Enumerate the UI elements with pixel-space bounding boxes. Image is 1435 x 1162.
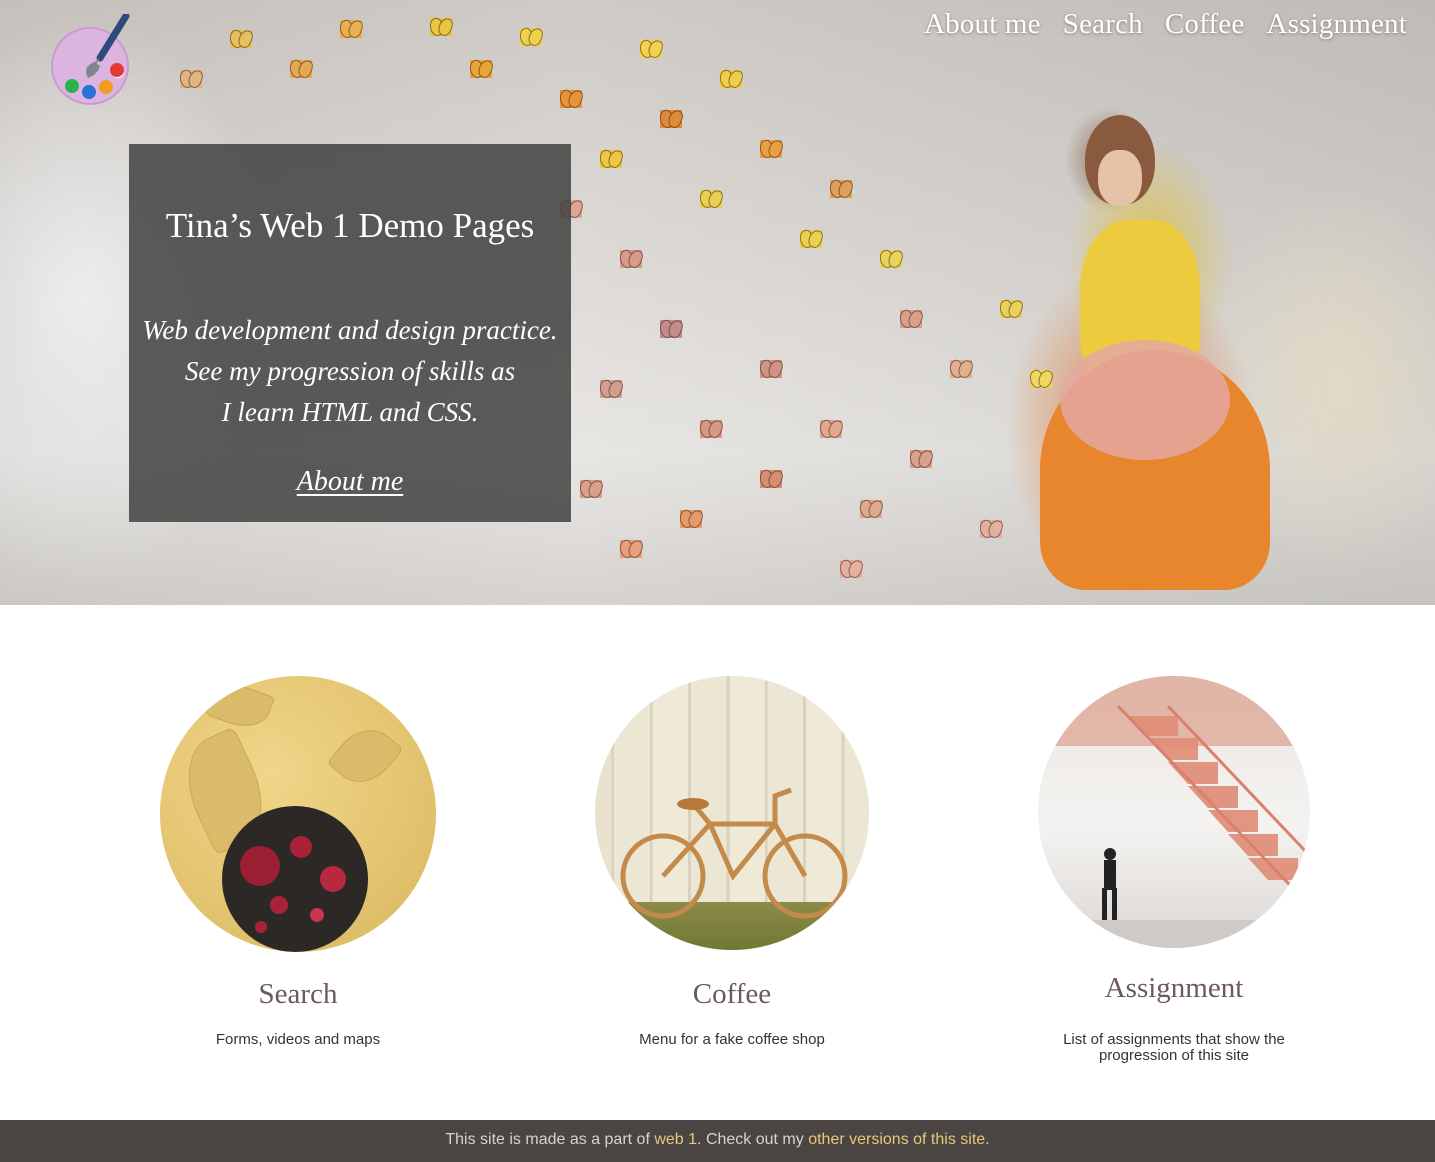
card-assignment-title[interactable]: Assignment bbox=[994, 972, 1354, 1005]
staircase-icon bbox=[1038, 676, 1310, 948]
paint-palette-icon[interactable] bbox=[50, 14, 134, 106]
page-title: Tina’s Web 1 Demo Pages bbox=[165, 206, 535, 245]
card-coffee-description: Menu for a fake coffee shop bbox=[639, 1031, 825, 1048]
card-coffee-title[interactable]: Coffee bbox=[552, 978, 912, 1011]
nav-search[interactable]: Search bbox=[1063, 8, 1143, 41]
card-assignment[interactable]: Assignment List of assignments that show… bbox=[994, 676, 1354, 1064]
card-search[interactable]: Search Forms, videos and maps bbox=[118, 676, 478, 1048]
hero-text-box: Tina’s Web 1 Demo Pages Web development … bbox=[129, 144, 571, 522]
coffee-card-image[interactable] bbox=[595, 676, 869, 950]
nav-coffee[interactable]: Coffee bbox=[1165, 8, 1245, 41]
bicycle-icon bbox=[620, 787, 848, 919]
footer-text-prefix: This site is made as a part of bbox=[445, 1131, 655, 1148]
footer-text-middle: . Check out my bbox=[697, 1131, 809, 1148]
assignment-card-image[interactable] bbox=[1038, 676, 1310, 948]
hero-banner: About me Search Coffee Assignment Tina’s… bbox=[0, 0, 1435, 605]
card-coffee[interactable]: Coffee Menu for a fake coffee shop bbox=[552, 676, 912, 1048]
footer-web1-link[interactable]: web 1 bbox=[654, 1131, 697, 1148]
footer-other-versions-link[interactable]: other versions of this site bbox=[808, 1131, 985, 1148]
footer: This site is made as a part of web 1. Ch… bbox=[0, 1120, 1435, 1162]
about-me-link[interactable]: About me bbox=[129, 466, 571, 498]
nav-assignment[interactable]: Assignment bbox=[1266, 8, 1407, 41]
card-search-title[interactable]: Search bbox=[118, 978, 478, 1011]
card-search-description: Forms, videos and maps bbox=[215, 1031, 381, 1048]
card-assignment-description: List of assignments that show the progre… bbox=[1063, 1031, 1285, 1064]
footer-text-suffix: . bbox=[985, 1131, 990, 1148]
search-card-image[interactable] bbox=[160, 676, 436, 952]
main-nav: About me Search Coffee Assignment bbox=[924, 8, 1407, 41]
nav-about-me[interactable]: About me bbox=[924, 8, 1041, 41]
hero-tagline: Web development and design practice. See… bbox=[142, 315, 558, 427]
